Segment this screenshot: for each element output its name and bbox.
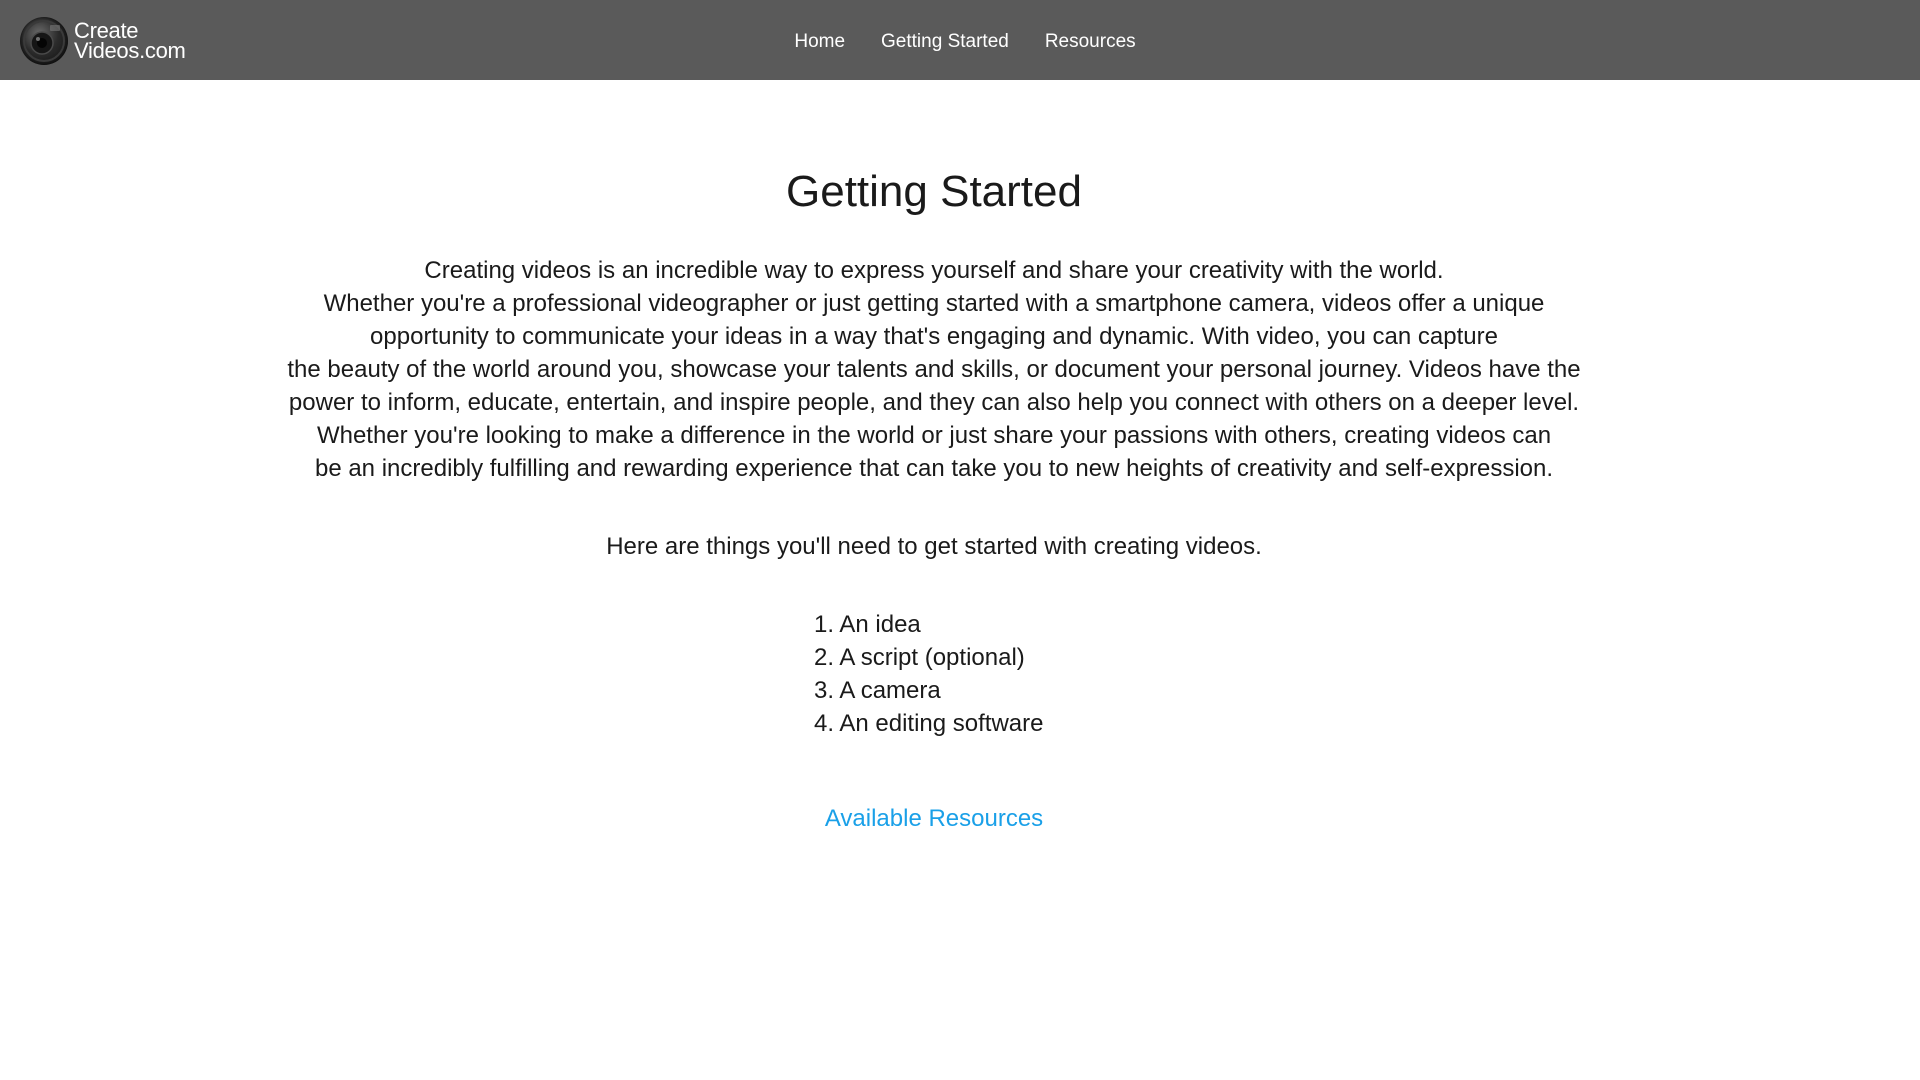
- intro-line: Creating videos is an incredible way to …: [424, 257, 1444, 285]
- intro-line: opportunity to communicate your ideas in…: [370, 323, 1498, 351]
- intro-paragraph: Creating videos is an incredible way to …: [244, 254, 1624, 485]
- intro-line: Whether you're a professional videograph…: [323, 290, 1545, 318]
- intro-line: the beauty of the world around you, show…: [287, 356, 1581, 384]
- nav-resources-link[interactable]: Resources: [1045, 31, 1136, 53]
- list-item: 4. An editing software: [814, 710, 1044, 738]
- available-resources-link[interactable]: Available Resources: [825, 805, 1043, 833]
- top-navbar: Create Videos.com Home Getting Started R…: [0, 0, 1920, 80]
- main-nav: Home Getting Started Resources: [0, 0, 1920, 80]
- nav-home-link[interactable]: Home: [794, 31, 845, 53]
- list-item: 3. A camera: [814, 677, 941, 705]
- intro-line: be an incredibly fulfilling and rewardin…: [314, 455, 1554, 483]
- page-title: Getting Started: [786, 167, 1082, 216]
- requirements-list: 1. An idea 2. A script (optional) 3. A c…: [814, 608, 1074, 740]
- needs-text: Here are things you'll need to get start…: [606, 533, 1262, 561]
- list-item: 2. A script (optional): [814, 644, 1025, 672]
- main-content: Getting Started Creating videos is an in…: [0, 80, 1868, 833]
- intro-line: Whether you're looking to make a differe…: [316, 422, 1552, 450]
- nav-getting-started-link[interactable]: Getting Started: [881, 31, 1009, 53]
- intro-line: power to inform, educate, entertain, and…: [288, 389, 1580, 417]
- list-item: 1. An idea: [814, 611, 921, 639]
